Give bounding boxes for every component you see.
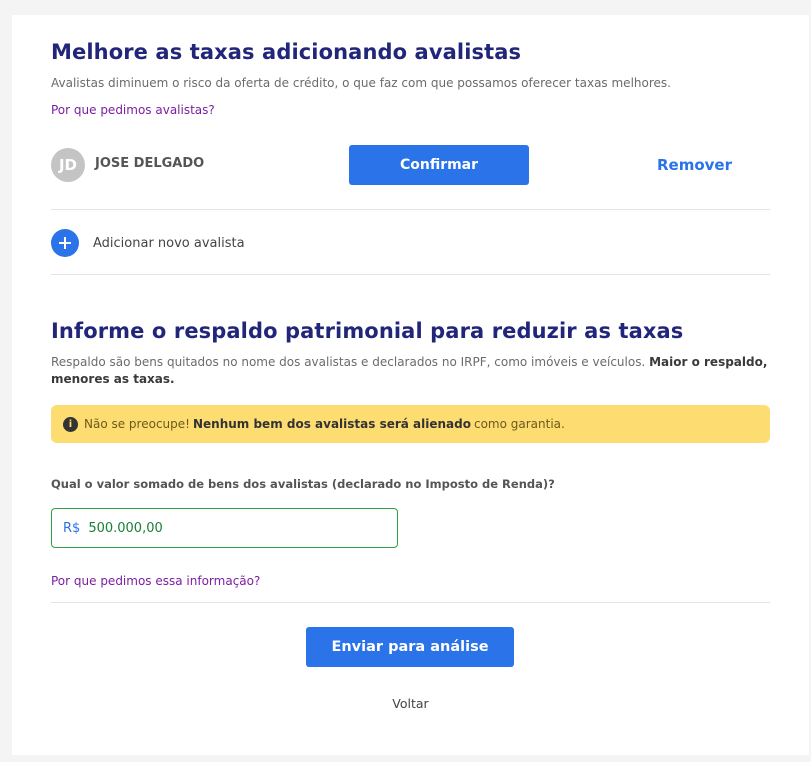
divider: [51, 602, 770, 603]
why-guarantors-link[interactable]: Por que pedimos avalistas?: [51, 103, 215, 117]
assets-question: Qual o valor somado de bens dos avalista…: [51, 477, 555, 491]
assets-subtitle-text: Respaldo são bens quitados no nome dos a…: [51, 355, 646, 369]
main-card: Melhore as taxas adicionando avalistas A…: [12, 15, 809, 755]
guarantors-title: Melhore as taxas adicionando avalistas: [51, 40, 522, 64]
plus-icon: [51, 229, 79, 257]
divider: [51, 274, 770, 275]
avatar: JD: [51, 148, 85, 182]
info-icon: i: [63, 416, 78, 432]
amount-input[interactable]: [88, 520, 329, 536]
alert-bold: Nenhum bem dos avalistas será alienado: [192, 417, 471, 431]
info-alert: i Não se preocupe! Nenhum bem dos avalis…: [51, 405, 770, 443]
guarantor-row: JD JOSE DELGADO Confirmar Remover: [51, 144, 770, 185]
remove-button[interactable]: Remover: [657, 156, 732, 174]
alert-prefix: Não se preocupe!: [84, 417, 190, 431]
assets-subtitle: Respaldo são bens quitados no nome dos a…: [51, 354, 770, 388]
assets-title: Informe o respaldo patrimonial para redu…: [51, 319, 684, 343]
add-guarantor-button[interactable]: Adicionar novo avalista: [51, 228, 245, 258]
currency-label: R$: [63, 520, 81, 536]
amount-field[interactable]: R$: [51, 508, 398, 548]
add-guarantor-label: Adicionar novo avalista: [93, 235, 245, 251]
divider: [51, 209, 770, 210]
submit-button[interactable]: Enviar para análise: [306, 627, 514, 667]
alert-suffix: como garantia.: [473, 417, 565, 431]
back-link[interactable]: Voltar: [12, 696, 809, 711]
guarantors-subtitle: Avalistas diminuem o risco da oferta de …: [51, 76, 671, 90]
confirm-button[interactable]: Confirmar: [349, 145, 529, 185]
guarantor-name: JOSE DELGADO: [95, 156, 205, 171]
why-info-link[interactable]: Por que pedimos essa informação?: [51, 574, 260, 588]
